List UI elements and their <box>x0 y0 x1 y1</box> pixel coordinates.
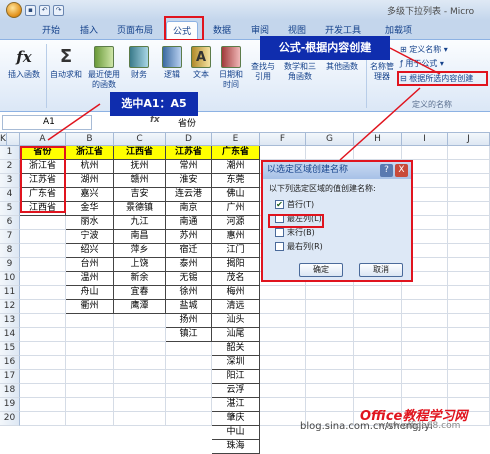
callout-formula-create: 公式-根据内容创建 <box>260 36 390 60</box>
arrow-to-selection <box>47 103 101 141</box>
cancel-button[interactable]: 取消 <box>359 263 403 277</box>
dialog-prompt: 以下列选定区域的值创建名称: <box>269 184 376 193</box>
checkbox-top-row[interactable]: ✔ 首行(T) <box>275 199 314 210</box>
arrow-to-dialog <box>339 87 421 161</box>
create-names-dialog: 以选定区域创建名称 ? X 以下列选定区域的值创建名称: ✔ 首行(T) 最左列(… <box>262 161 412 281</box>
city-cell[interactable]: 珠海 <box>212 440 260 454</box>
close-icon[interactable]: X <box>395 164 408 177</box>
checkbox-unchecked[interactable] <box>275 228 284 237</box>
watermark-url: www.office68.com <box>378 421 461 431</box>
dialog-title-bar: 以选定区域创建名称 ? X <box>263 162 411 179</box>
top-row-highlight <box>268 214 324 228</box>
dialog-title: 以选定区域创建名称 <box>267 165 349 175</box>
callout-select-range: 选中A1：A5 <box>110 92 198 116</box>
checkbox-bottom-row[interactable]: 末行(B) <box>275 227 315 238</box>
annotation-arrows <box>47 47 441 161</box>
checkbox-checked[interactable]: ✔ <box>275 200 284 209</box>
checkbox-unchecked[interactable] <box>275 242 284 251</box>
checkbox-right-column[interactable]: 最右列(R) <box>275 241 323 252</box>
help-icon[interactable]: ? <box>380 164 393 177</box>
ok-button[interactable]: 确定 <box>299 263 343 277</box>
arrow-to-create-button <box>389 47 441 75</box>
